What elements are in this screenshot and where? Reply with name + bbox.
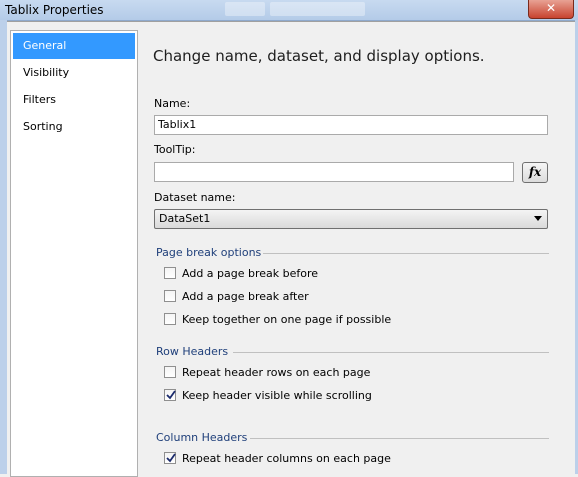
checkbox-box[interactable] (164, 366, 176, 378)
checkbox-label: Keep header visible while scrolling (182, 389, 372, 402)
group-divider (250, 438, 549, 439)
sidebar-item-sorting[interactable]: Sorting (13, 114, 135, 140)
group-divider (263, 253, 549, 254)
blurred-caption-area (270, 2, 365, 16)
window-title: Tablix Properties (5, 3, 104, 17)
close-icon: ✕ (545, 1, 557, 15)
checkmark-icon (166, 453, 176, 463)
window-frame-left (0, 20, 7, 474)
sidebar: General Visibility Filters Sorting (10, 30, 138, 477)
sidebar-item-label: Filters (23, 93, 56, 106)
dataset-select[interactable]: DataSet1 (154, 209, 548, 229)
checkbox-box[interactable] (164, 290, 176, 302)
checkbox-label: Add a page break before (182, 267, 319, 280)
main-panel: Change name, dataset, and display option… (153, 22, 553, 475)
tooltip-label: ToolTip: (154, 143, 196, 156)
sidebar-item-filters[interactable]: Filters (13, 87, 135, 113)
sidebar-item-label: Visibility (23, 66, 70, 79)
dataset-selected-value: DataSet1 (159, 212, 211, 225)
expression-button[interactable]: fx (522, 162, 548, 183)
checkbox-label: Add a page break after (182, 290, 309, 303)
blurred-caption-area (225, 2, 265, 16)
title-bar: Tablix Properties ✕ (0, 0, 578, 21)
dialog-content: General Visibility Filters Sorting Chang… (7, 21, 575, 477)
sidebar-item-label: Sorting (23, 120, 63, 133)
checkbox-box[interactable] (164, 267, 176, 279)
sidebar-item-label: General (23, 39, 67, 52)
checkmark-icon (166, 390, 176, 400)
page-break-group-title: Page break options (156, 246, 262, 259)
checkbox-label: Keep together on one page if possible (182, 313, 392, 326)
checkbox-box[interactable] (164, 452, 176, 464)
dataset-label: Dataset name: (154, 191, 236, 204)
sidebar-item-visibility[interactable]: Visibility (13, 60, 135, 86)
page-title: Change name, dataset, and display option… (153, 47, 485, 65)
checkbox-label: Repeat header columns on each page (182, 452, 391, 465)
name-field[interactable]: Tablix1 (154, 115, 548, 135)
fx-icon: fx (528, 165, 542, 179)
checkbox-box[interactable] (164, 389, 176, 401)
name-label: Name: (154, 97, 191, 110)
checkbox-box[interactable] (164, 313, 176, 325)
column-headers-group-title: Column Headers (156, 431, 248, 444)
close-button[interactable]: ✕ (528, 0, 574, 19)
checkbox-label: Repeat header rows on each page (182, 366, 371, 379)
sidebar-item-general[interactable]: General (13, 33, 135, 59)
chevron-down-icon (534, 216, 542, 221)
group-divider (233, 352, 549, 353)
row-headers-group-title: Row Headers (156, 345, 229, 358)
tooltip-field[interactable] (154, 162, 514, 182)
